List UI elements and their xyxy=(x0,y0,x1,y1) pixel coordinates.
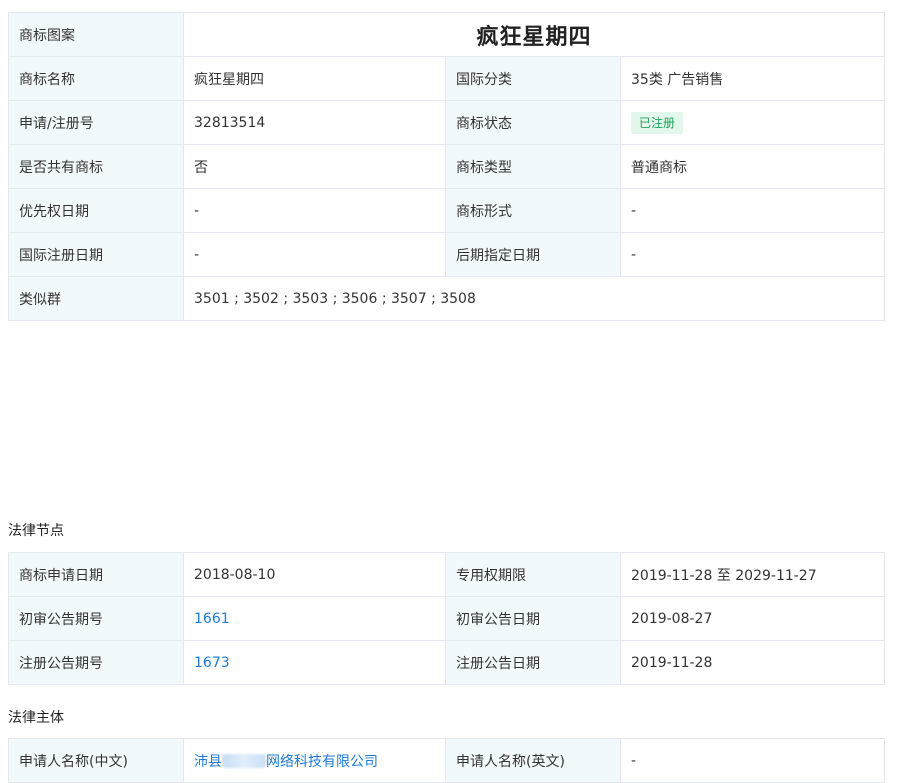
table-row: 类似群 3501 ; 3502 ; 3503 ; 3506 ; 3507 ; 3… xyxy=(8,276,886,321)
table-row: 申请/注册号 32813514 商标状态 已注册 xyxy=(8,100,886,145)
logo-label: 商标图案 xyxy=(8,12,184,57)
intl-reg-date-value: - xyxy=(183,232,446,277)
type-value: 普通商标 xyxy=(619,144,886,189)
reg-issue-link[interactable]: 1673 xyxy=(194,655,230,671)
legal-subject-table: 申请人名称(中文) 沛县 网络科技有限公司 申请人名称(英文) - xyxy=(8,738,885,783)
trademark-info-table: 商标图案 疯狂星期四 商标名称 疯狂星期四 国际分类 35类 广告销售 申请/注… xyxy=(8,12,886,321)
shared-label: 是否共有商标 xyxy=(8,144,184,189)
priority-date-value: - xyxy=(183,188,446,233)
applicant-suffix: 网络科技有限公司 xyxy=(266,753,378,770)
legal-subject-title: 法律主体 xyxy=(8,710,64,726)
legal-nodes-title: 法律节点 xyxy=(8,523,64,539)
applicant-cn-label: 申请人名称(中文) xyxy=(8,738,184,783)
trademark-name-label: 商标名称 xyxy=(8,56,184,101)
redacted-mask xyxy=(222,753,266,768)
reg-announce-date-value: 2019-11-28 xyxy=(620,640,885,685)
apply-date-label: 商标申请日期 xyxy=(8,552,184,597)
reg-announce-date-label: 注册公告日期 xyxy=(445,640,621,685)
applicant-en-label: 申请人名称(英文) xyxy=(445,738,621,783)
table-row: 初审公告期号 1661 初审公告日期 2019-08-27 xyxy=(8,596,885,641)
table-row: 是否共有商标 否 商标类型 普通商标 xyxy=(8,144,886,189)
table-row: 国际注册日期 - 后期指定日期 - xyxy=(8,232,886,277)
trademark-logo-text: 疯狂星期四 xyxy=(476,24,592,50)
prelim-date-label: 初审公告日期 xyxy=(445,596,621,641)
similar-group-value: 3501 ; 3502 ; 3503 ; 3506 ; 3507 ; 3508 xyxy=(182,276,886,321)
exclusive-period-value: 2019-11-28 至 2029-11-27 xyxy=(620,552,885,597)
type-label: 商标类型 xyxy=(445,144,621,189)
table-row: 注册公告期号 1673 注册公告日期 2019-11-28 xyxy=(8,640,885,685)
prelim-date-value: 2019-08-27 xyxy=(620,596,885,641)
reg-issue-label: 注册公告期号 xyxy=(8,640,184,685)
trademark-logo: 疯狂星期四 xyxy=(182,12,886,57)
table-row: 优先权日期 - 商标形式 - xyxy=(8,188,886,233)
applicant-cn-link[interactable]: 沛县 网络科技有限公司 xyxy=(194,753,378,770)
prelim-issue-link[interactable]: 1661 xyxy=(194,611,230,627)
intl-class-label: 国际分类 xyxy=(445,56,621,101)
trademark-name-value: 疯狂星期四 xyxy=(183,56,446,101)
status-badge: 已注册 xyxy=(631,111,684,134)
prelim-issue-label: 初审公告期号 xyxy=(8,596,184,641)
intl-reg-date-label: 国际注册日期 xyxy=(8,232,184,277)
apply-date-value: 2018-08-10 xyxy=(183,552,446,597)
intl-class-value: 35类 广告销售 xyxy=(619,56,886,101)
reg-number-label: 申请/注册号 xyxy=(8,100,184,145)
form-label: 商标形式 xyxy=(445,188,621,233)
prelim-issue-cell: 1661 xyxy=(183,596,446,641)
legal-nodes-table: 商标申请日期 2018-08-10 专用权期限 2019-11-28 至 202… xyxy=(8,552,885,685)
table-row: 申请人名称(中文) 沛县 网络科技有限公司 申请人名称(英文) - xyxy=(8,738,885,783)
exclusive-period-label: 专用权期限 xyxy=(445,552,621,597)
reg-issue-cell: 1673 xyxy=(183,640,446,685)
applicant-en-value: - xyxy=(620,738,885,783)
status-cell: 已注册 xyxy=(619,100,886,145)
priority-date-label: 优先权日期 xyxy=(8,188,184,233)
applicant-cn-cell: 沛县 网络科技有限公司 xyxy=(183,738,446,783)
applicant-prefix: 沛县 xyxy=(194,753,222,770)
form-value: - xyxy=(619,188,886,233)
later-designation-value: - xyxy=(619,232,886,277)
similar-group-label: 类似群 xyxy=(8,276,184,321)
status-label: 商标状态 xyxy=(445,100,621,145)
table-row: 商标名称 疯狂星期四 国际分类 35类 广告销售 xyxy=(8,56,886,101)
table-row: 商标申请日期 2018-08-10 专用权期限 2019-11-28 至 202… xyxy=(8,552,885,597)
later-designation-label: 后期指定日期 xyxy=(445,232,621,277)
logo-row: 商标图案 疯狂星期四 xyxy=(8,12,886,57)
reg-number-value: 32813514 xyxy=(183,100,446,145)
shared-value: 否 xyxy=(183,144,446,189)
